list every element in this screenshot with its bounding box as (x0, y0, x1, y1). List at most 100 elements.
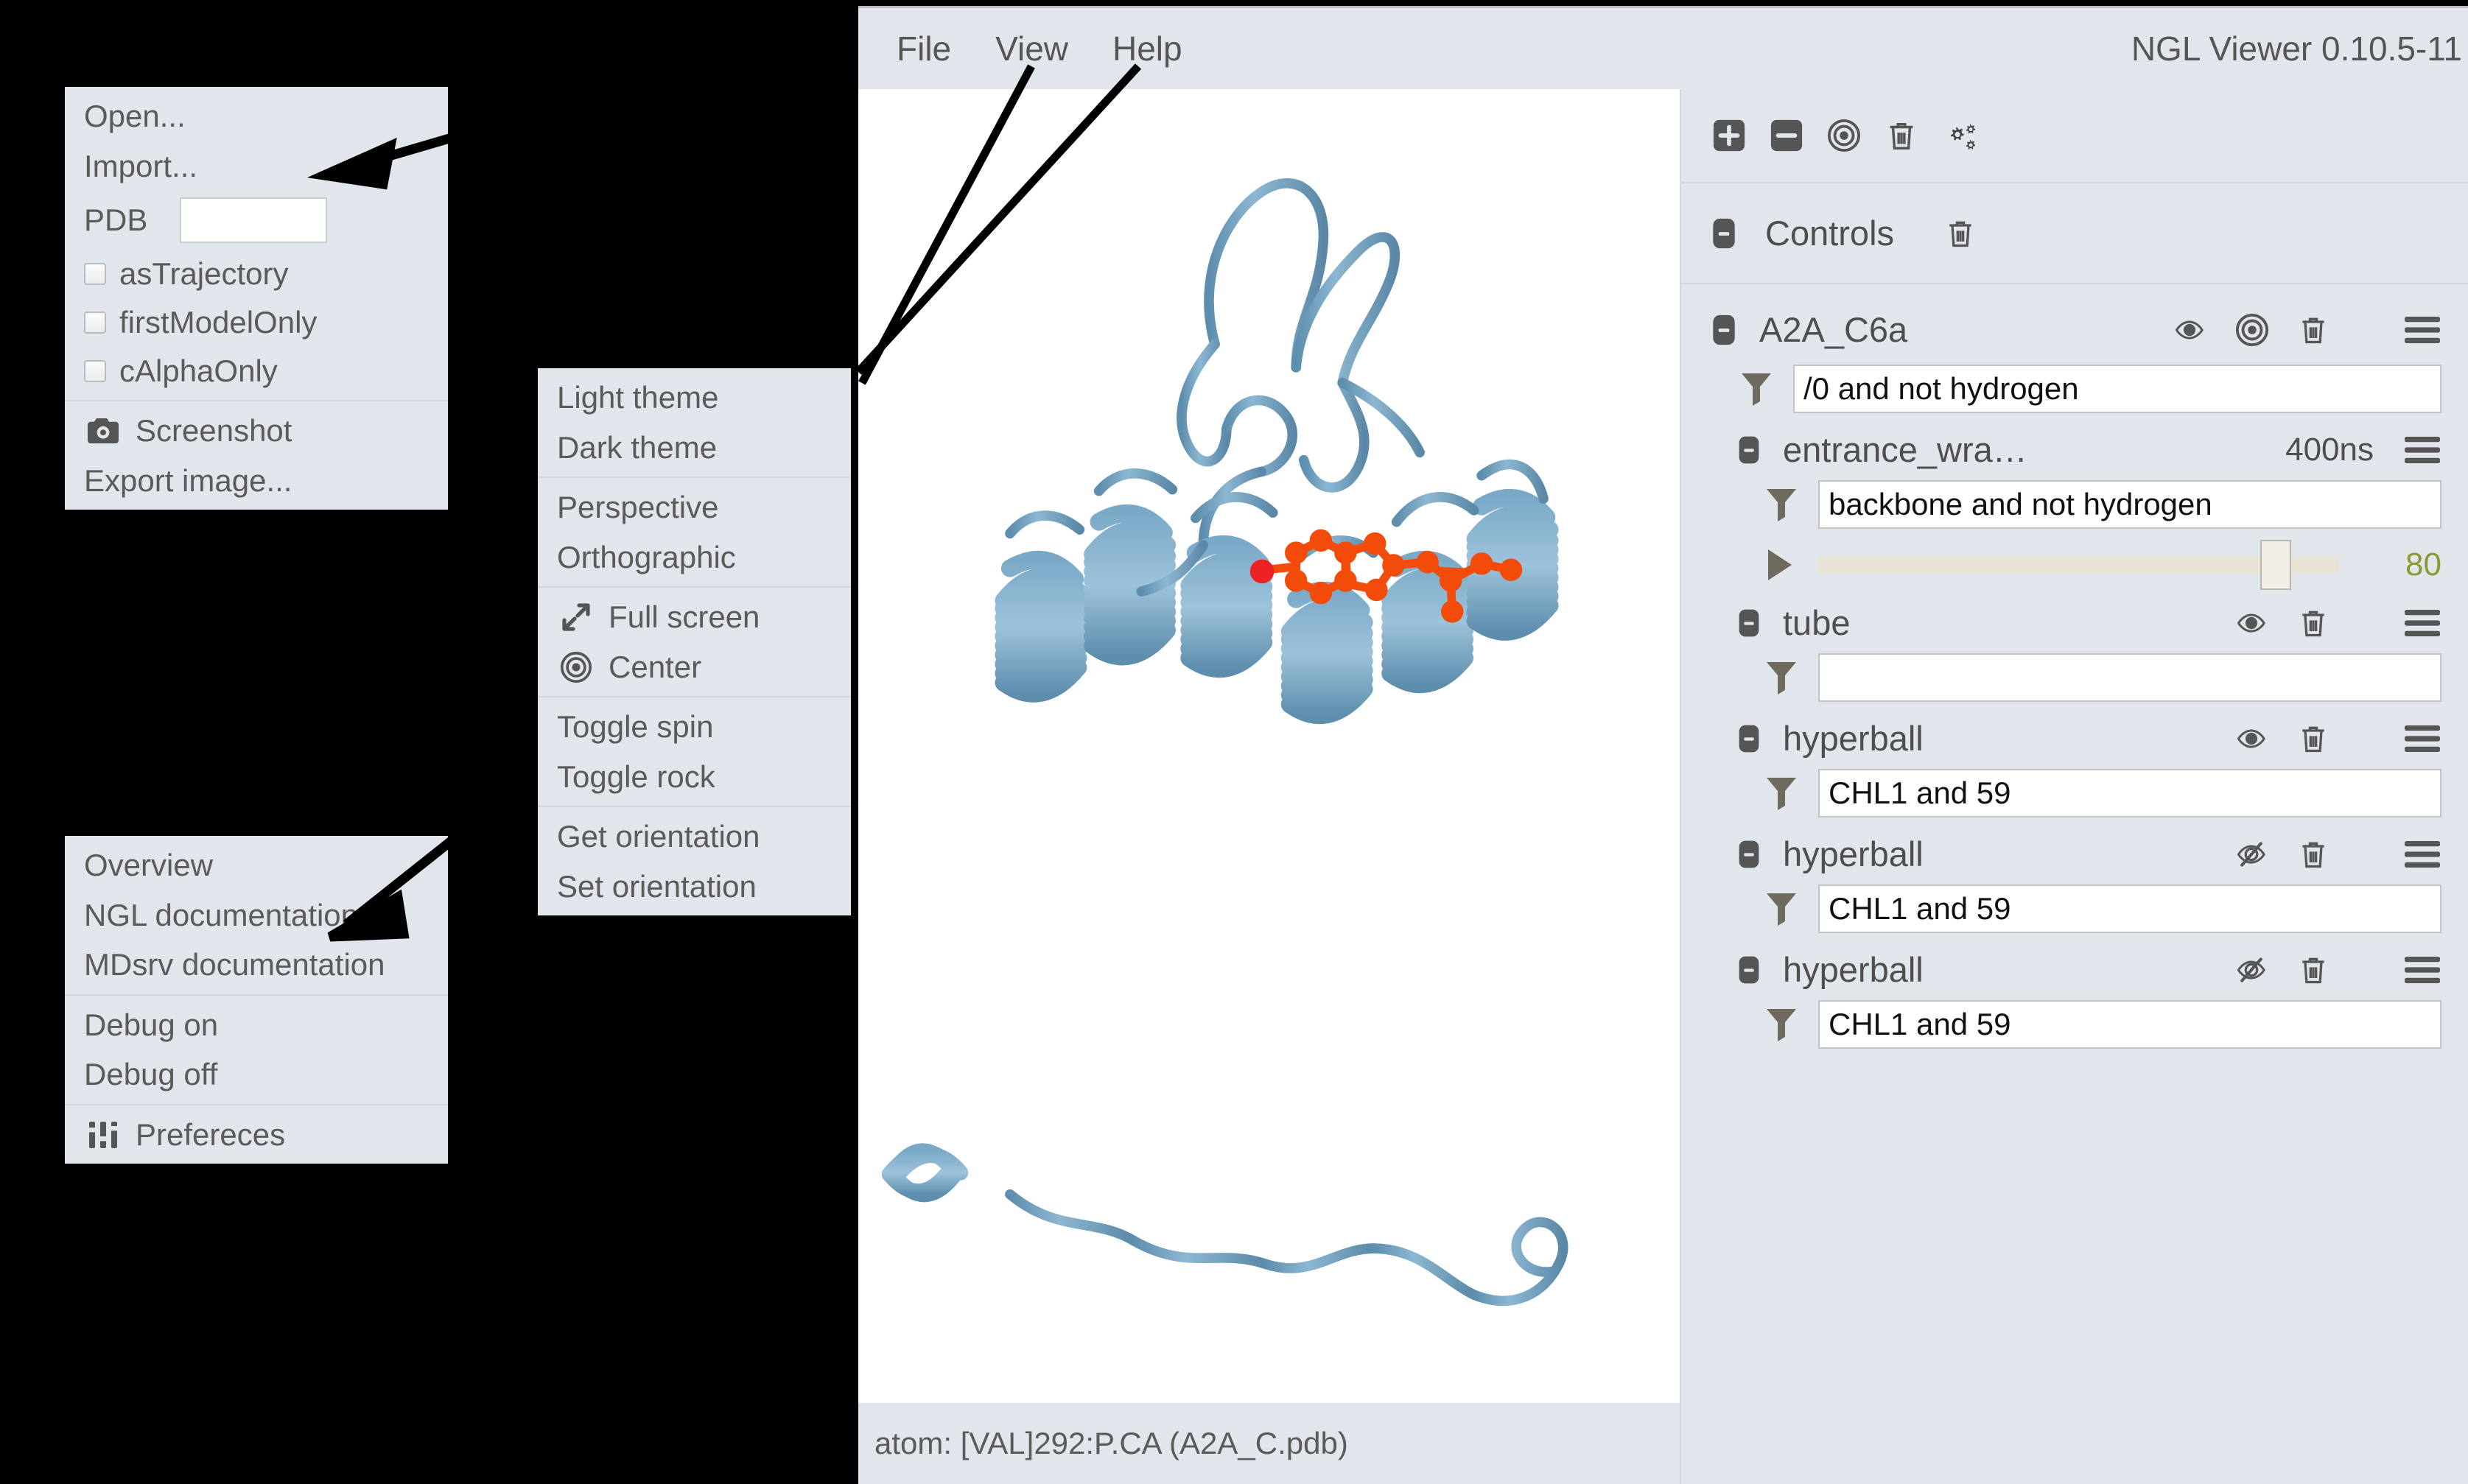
trash-icon[interactable] (1885, 119, 1918, 152)
molecular-viewport[interactable] (858, 89, 1680, 1403)
app-body: atom: [VAL]292:P.CA (A2A_C.pdb) Controls… (858, 89, 2468, 1484)
help-menu-panel: Overview NGL documentation MDsrv documen… (65, 836, 448, 1164)
help-menu-preferences[interactable]: Prefereces (65, 1110, 448, 1160)
trash-icon[interactable] (2297, 838, 2329, 871)
view-menu-toggle-spin[interactable]: Toggle spin (538, 702, 851, 752)
eye-icon[interactable] (2172, 314, 2207, 346)
menubar-view[interactable]: View (973, 24, 1090, 73)
view-menu-set-orientation[interactable]: Set orientation (538, 862, 851, 912)
center-icon[interactable] (1827, 119, 1861, 152)
screenshot-label: Screenshot (136, 413, 292, 449)
hamburger-menu-icon[interactable] (2403, 434, 2441, 466)
collapse-icon[interactable] (1708, 314, 1740, 346)
view-menu-full-screen[interactable]: Full screen (538, 592, 851, 642)
play-icon[interactable] (1764, 546, 1796, 583)
hamburger-menu-icon[interactable] (2403, 607, 2441, 639)
selection-input[interactable]: CHL1 and 59 (1818, 1000, 2441, 1049)
collapse-all-icon[interactable] (1770, 119, 1803, 152)
expand-all-icon[interactable] (1712, 119, 1746, 152)
representation-row[interactable]: hyperball (1681, 943, 2468, 996)
collapse-icon[interactable] (1708, 217, 1740, 250)
view-menu-orthographic[interactable]: Orthographic (538, 532, 851, 583)
trash-icon[interactable] (2297, 954, 2329, 986)
hamburger-menu-icon[interactable] (2403, 838, 2441, 871)
representation-row[interactable]: hyperball (1681, 828, 2468, 880)
filter-icon (1764, 889, 1799, 929)
view-menu-group-display: Full screen Center (538, 586, 851, 696)
file-menu-panel: Open... Import... PDB asTrajectory first… (65, 87, 448, 510)
file-menu-export-image[interactable]: Export image... (65, 456, 448, 506)
file-menu-calphaonly-row[interactable]: cAlphaOnly (65, 347, 448, 395)
slider-thumb[interactable] (2260, 540, 2292, 590)
eye-slash-icon[interactable] (2234, 954, 2269, 986)
collapse-icon[interactable] (1734, 840, 1764, 869)
pdb-input[interactable] (180, 197, 328, 244)
center-icon (557, 651, 595, 683)
file-menu-screenshot[interactable]: Screenshot (65, 406, 448, 456)
frame-slider[interactable] (1818, 540, 2338, 590)
file-menu-import[interactable]: Import... (65, 141, 448, 191)
eye-icon[interactable] (2234, 722, 2269, 755)
controls-header[interactable]: Controls (1681, 183, 2468, 283)
help-menu-group-debug: Debug on Debug off (65, 994, 448, 1104)
selection-input[interactable] (1818, 653, 2441, 702)
hamburger-menu-icon[interactable] (2403, 954, 2441, 986)
representation-row[interactable]: tube (1681, 597, 2468, 649)
help-menu-group-docs: Overview NGL documentation MDsrv documen… (65, 836, 448, 994)
representation-actions (2234, 954, 2441, 986)
collapse-icon[interactable] (1734, 955, 1764, 985)
view-menu-group-theme: Light theme Dark theme (538, 368, 851, 477)
help-menu-mdsrv-documentation[interactable]: MDsrv documentation (65, 940, 448, 990)
trash-icon[interactable] (2297, 607, 2329, 639)
calphaonly-checkbox[interactable] (84, 360, 106, 383)
file-menu-astrajectory-row[interactable]: asTrajectory (65, 250, 448, 298)
representation-row[interactable]: hyperball (1681, 712, 2468, 764)
help-menu-ngl-documentation[interactable]: NGL documentation (65, 890, 448, 940)
representation-name: hyperball (1783, 950, 1924, 989)
filter-icon (1764, 773, 1799, 813)
viewport-column: atom: [VAL]292:P.CA (A2A_C.pdb) (858, 89, 1680, 1484)
selection-input[interactable]: CHL1 and 59 (1818, 769, 2441, 817)
menubar-file[interactable]: File (874, 24, 973, 73)
trash-icon[interactable] (2297, 314, 2329, 346)
filter-icon (1764, 1005, 1799, 1044)
camera-icon (84, 415, 122, 446)
hamburger-menu-icon[interactable] (2403, 314, 2441, 346)
astrajectory-checkbox[interactable] (84, 263, 106, 286)
menubar-help[interactable]: Help (1090, 24, 1205, 73)
help-menu-overview[interactable]: Overview (65, 840, 448, 890)
selection-row: CHL1 and 59 (1681, 764, 2468, 828)
trash-icon[interactable] (2297, 722, 2329, 755)
trash-icon[interactable] (1944, 217, 1977, 250)
eye-slash-icon[interactable] (2234, 838, 2269, 871)
hamburger-menu-icon[interactable] (2403, 722, 2441, 755)
selection-input[interactable]: CHL1 and 59 (1818, 885, 2441, 933)
selection-row (1681, 649, 2468, 712)
view-menu-group-camera: Perspective Orthographic (538, 477, 851, 586)
collapse-icon[interactable] (1734, 435, 1764, 465)
view-menu-toggle-rock[interactable]: Toggle rock (538, 752, 851, 802)
view-menu-perspective[interactable]: Perspective (538, 482, 851, 532)
file-menu-open[interactable]: Open... (65, 91, 448, 141)
collapse-icon[interactable] (1734, 724, 1764, 753)
selection-input[interactable]: backbone and not hydrogen (1818, 480, 2441, 529)
selection-input[interactable]: /0 and not hydrogen (1793, 365, 2441, 413)
representation-row[interactable]: entrance_wra… 400ns (1681, 423, 2468, 476)
status-bar: atom: [VAL]292:P.CA (A2A_C.pdb) (858, 1403, 1680, 1484)
gears-icon[interactable] (1942, 119, 1979, 152)
filter-icon (1739, 369, 1774, 409)
view-menu-get-orientation[interactable]: Get orientation (538, 812, 851, 862)
component-row[interactable]: A2A_C6a (1681, 284, 2468, 360)
view-menu-center[interactable]: Center (538, 642, 851, 692)
help-menu-debug-on[interactable]: Debug on (65, 1000, 448, 1050)
view-menu-dark-theme[interactable]: Dark theme (538, 423, 851, 473)
firstmodelonly-checkbox[interactable] (84, 312, 106, 334)
help-menu-debug-off[interactable]: Debug off (65, 1049, 448, 1100)
file-menu-firstmodelonly-row[interactable]: firstModelOnly (65, 298, 448, 347)
full-screen-label: Full screen (609, 599, 760, 635)
center-icon[interactable] (2235, 313, 2269, 347)
component-actions (2172, 313, 2441, 347)
view-menu-light-theme[interactable]: Light theme (538, 373, 851, 423)
collapse-icon[interactable] (1734, 608, 1764, 638)
eye-icon[interactable] (2234, 607, 2269, 639)
